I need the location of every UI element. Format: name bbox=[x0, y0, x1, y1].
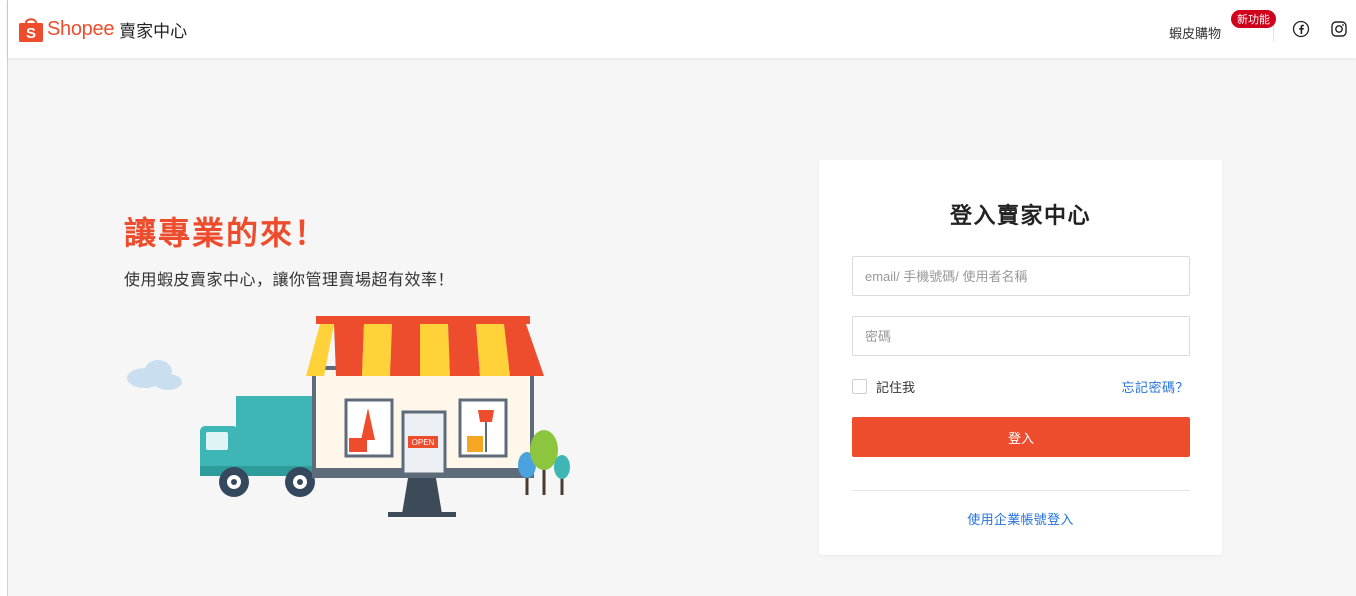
hero-subtitle: 使用蝦皮賣家中心，讓你管理賣場超有效率！ bbox=[124, 272, 455, 289]
shop-illustration: OPEN bbox=[127, 316, 570, 517]
svg-text:S: S bbox=[26, 25, 36, 42]
window-edge bbox=[0, 0, 8, 596]
open-sign-text: OPEN bbox=[412, 438, 435, 447]
hero-section: 讓專業的來！ 使用蝦皮賣家中心，讓你管理賣場超有效率！ bbox=[124, 208, 454, 290]
username-input[interactable] bbox=[852, 256, 1190, 296]
cloud-icon bbox=[127, 360, 182, 390]
facebook-icon[interactable] bbox=[1292, 20, 1310, 38]
brand-subtitle: 賣家中心 bbox=[119, 21, 188, 41]
shopee-seller-logo[interactable]: S Shopee 賣家中心 bbox=[18, 15, 187, 43]
remember-me-label: 記住我 bbox=[876, 380, 916, 395]
remember-me-checkbox[interactable]: 記住我 bbox=[852, 377, 915, 396]
instagram-icon[interactable] bbox=[1330, 20, 1348, 38]
corporate-login-link[interactable]: 使用企業帳號登入 bbox=[819, 509, 1222, 528]
login-card: 登入賣家中心 記住我 忘記密碼？ 登入 使用企業帳號登入 bbox=[819, 160, 1222, 555]
awning-icon bbox=[306, 316, 544, 376]
forgot-password-link[interactable]: 忘記密碼？ bbox=[1121, 377, 1189, 396]
header-right: 蝦皮購物 新功能 bbox=[1169, 0, 1356, 58]
top-header: S Shopee 賣家中心 蝦皮購物 新功能 bbox=[8, 0, 1356, 58]
checkbox-box[interactable] bbox=[852, 379, 867, 394]
password-input[interactable] bbox=[852, 316, 1190, 356]
new-feature-badge: 新功能 bbox=[1230, 9, 1276, 28]
login-button[interactable]: 登入 bbox=[852, 417, 1190, 457]
login-title: 登入賣家中心 bbox=[949, 203, 1091, 228]
social-links bbox=[1292, 20, 1348, 38]
shopee-shop-link[interactable]: 蝦皮購物 新功能 bbox=[1168, 9, 1276, 42]
brand-name: Shopee bbox=[47, 17, 115, 40]
delivery-truck-icon bbox=[200, 396, 324, 497]
hero-title: 讓專業的來！ bbox=[124, 215, 329, 251]
shop-link-label: 蝦皮購物 bbox=[1168, 25, 1221, 41]
card-divider bbox=[852, 490, 1190, 491]
shopee-bag-icon: S bbox=[19, 18, 43, 42]
shop-building-icon: OPEN bbox=[312, 366, 534, 517]
